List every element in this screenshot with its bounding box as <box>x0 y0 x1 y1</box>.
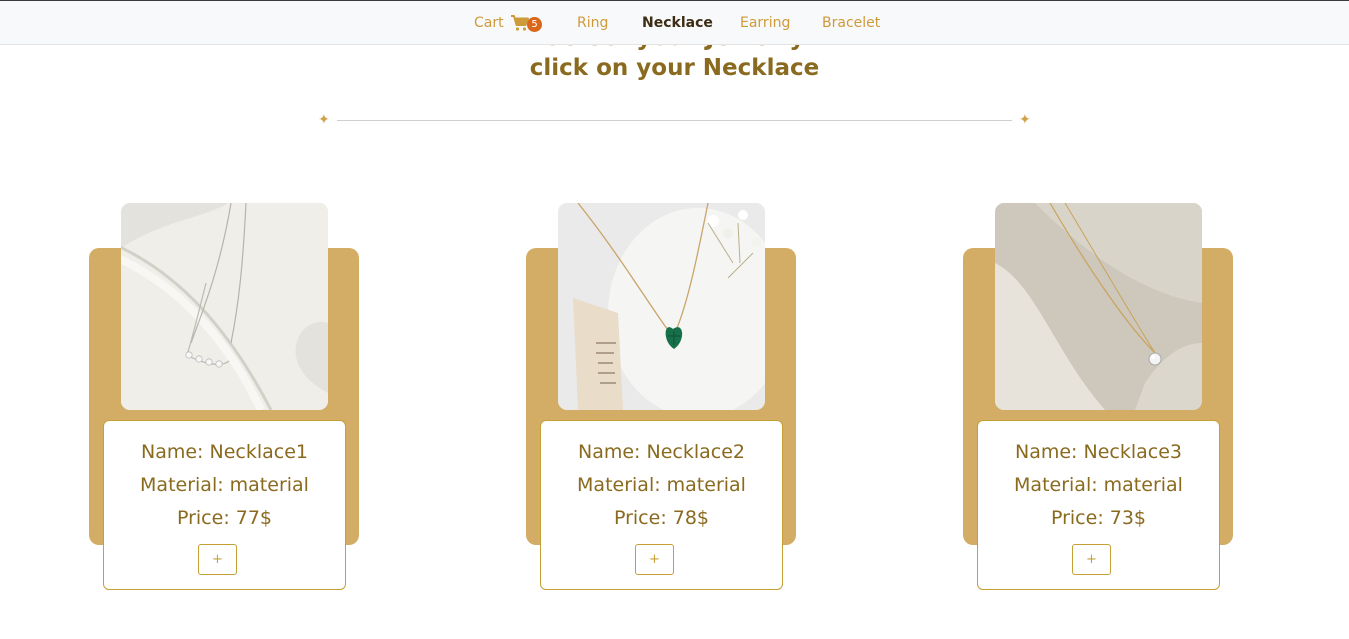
product-info: Name: Necklace1 Material: material Price… <box>103 420 346 590</box>
add-to-cart-button[interactable]: + <box>1072 544 1111 575</box>
product-name: Name: Necklace1 <box>141 441 308 463</box>
product-name: Name: Necklace2 <box>578 441 745 463</box>
page: Cart 5 Ring Necklace Earring Bracelet Se… <box>0 0 1349 639</box>
nav-ring-link[interactable]: Ring <box>577 14 608 32</box>
product-image[interactable] <box>121 203 328 410</box>
product-price: Price: 73$ <box>1050 507 1147 529</box>
product-card: Name: Necklace1 Material: material Price… <box>89 203 359 593</box>
product-price: Price: 78$ <box>613 507 710 529</box>
product-image[interactable] <box>995 203 1202 410</box>
sparkle-icon: ✦ <box>1019 112 1031 128</box>
product-material: Material: material <box>140 474 309 496</box>
divider-line <box>337 120 1012 121</box>
nav-cart-link[interactable]: Cart <box>474 14 504 32</box>
cart-count-badge: 5 <box>527 17 542 32</box>
product-card: Name: Necklace2 Material: material Price… <box>526 203 796 593</box>
add-to-cart-button[interactable]: + <box>635 544 674 575</box>
product-material: Material: material <box>577 474 746 496</box>
add-to-cart-button[interactable]: + <box>198 544 237 575</box>
product-material: Material: material <box>1014 474 1183 496</box>
product-info: Name: Necklace3 Material: material Price… <box>977 420 1220 590</box>
sparkle-icon: ✦ <box>318 112 330 128</box>
product-price: Price: 77$ <box>176 507 273 529</box>
nav-necklace-link[interactable]: Necklace <box>642 14 713 32</box>
product-info: Name: Necklace2 Material: material Price… <box>540 420 783 590</box>
product-image[interactable] <box>558 203 765 410</box>
product-card: Name: Necklace3 Material: material Price… <box>963 203 1233 593</box>
product-name: Name: Necklace3 <box>1015 441 1182 463</box>
nav-earring-link[interactable]: Earring <box>740 14 790 32</box>
top-navbar: Cart 5 Ring Necklace Earring Bracelet <box>0 0 1349 45</box>
page-title: click on your Necklace <box>529 55 820 81</box>
nav-bracelet-link[interactable]: Bracelet <box>822 14 880 32</box>
